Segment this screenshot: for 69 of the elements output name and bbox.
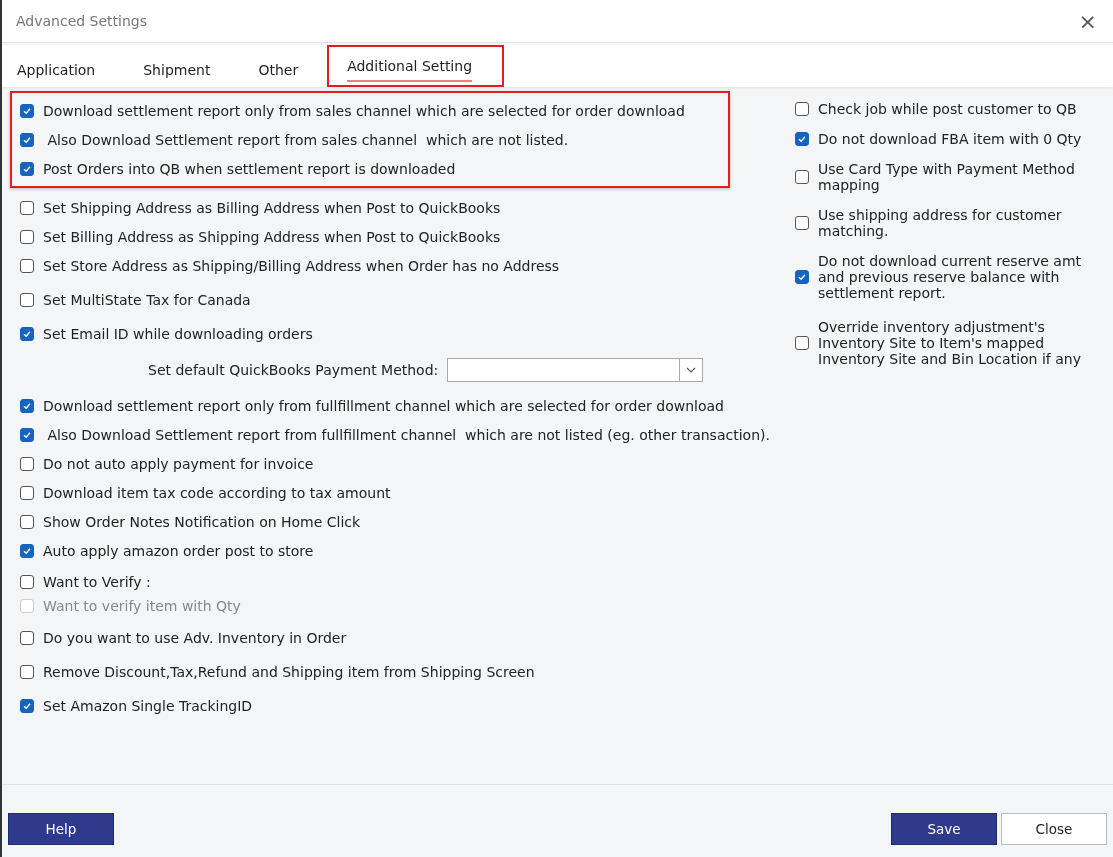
checkbox-label[interactable]: Want to Verify :	[43, 574, 151, 590]
checkmark-icon	[22, 429, 32, 440]
checkbox-label[interactable]: Also Download Settlement report from sales channel which are not listed.	[43, 131, 569, 148]
close-button[interactable]: ×	[1074, 8, 1101, 34]
checkbox[interactable]	[20, 258, 34, 273]
checkmark-icon	[22, 163, 32, 174]
checkmark-icon	[22, 134, 32, 145]
checkmark-icon	[22, 105, 32, 116]
checkbox-label[interactable]: Set Store Address as Shipping/Billing Address when Order has no Address	[43, 257, 560, 274]
checkbox[interactable]	[20, 543, 34, 558]
checkmark-icon	[797, 272, 807, 282]
caret-icon	[686, 366, 697, 373]
checkbox[interactable]	[20, 427, 34, 442]
help-button[interactable]: Help	[8, 813, 114, 845]
checkbox-label[interactable]: Remove Discount,Tax,Refund and Shipping item from Shipping Screen	[43, 663, 535, 680]
checkbox[interactable]	[20, 698, 34, 713]
checkbox[interactable]	[20, 575, 34, 589]
dialog-button[interactable]: Close	[1001, 813, 1107, 845]
checkbox[interactable]	[20, 630, 34, 645]
checkmark-icon	[22, 328, 32, 339]
checkbox-label[interactable]: Do you want to use Adv. Inventory in Order	[43, 629, 347, 646]
checkbox[interactable]	[20, 132, 34, 147]
checkbox-label[interactable]: Set MultiState Tax for Canada	[43, 291, 251, 308]
checkbox[interactable]	[20, 200, 34, 215]
checkbox[interactable]	[20, 292, 34, 307]
checkbox-label[interactable]: Use Card Type with Payment Method mapping	[818, 161, 1088, 193]
checkbox-label[interactable]: Download settlement report only from sales channel which are selected for order download	[43, 102, 685, 119]
checkbox[interactable]	[20, 103, 34, 118]
checkmark-icon	[22, 545, 32, 556]
checkmark-icon	[22, 700, 32, 711]
tab[interactable]: Application	[8, 45, 105, 87]
tab[interactable]: Shipment	[134, 45, 220, 87]
checkbox-label[interactable]: Also Download Settlement report from fullfillment channel which are not listed (eg. other transaction).	[43, 426, 770, 443]
checkbox-label[interactable]: Do not download current reserve amt and previous reserve balance with settlement report.	[818, 253, 1088, 301]
checkbox[interactable]	[795, 270, 809, 284]
checkbox[interactable]	[795, 336, 809, 350]
checkbox[interactable]	[20, 398, 34, 413]
checkbox-label[interactable]: Show Order Notes Notification on Home Click	[43, 513, 361, 530]
checkbox-label[interactable]: Do not download FBA item with 0 Qty	[818, 131, 1088, 147]
checkbox-label[interactable]: Download settlement report only from fullfillment channel which are selected for order download	[43, 397, 724, 414]
checkbox-label[interactable]: Set Billing Address as Shipping Address when Post to QuickBooks	[43, 228, 501, 245]
field-label: Set default QuickBooks Payment Method:	[148, 361, 439, 378]
checkbox-label[interactable]: Auto apply amazon order post to store	[43, 542, 314, 559]
tab[interactable]: Other	[249, 45, 308, 87]
checkbox[interactable]	[795, 170, 809, 184]
checkbox[interactable]	[795, 216, 809, 230]
checkbox[interactable]	[20, 485, 34, 500]
checkbox-label[interactable]: Use shipping address for customer matching.	[818, 207, 1088, 239]
checkbox[interactable]	[20, 161, 34, 176]
checkbox-label[interactable]: Set Shipping Address as Billing Address when Post to QuickBooks	[43, 199, 501, 216]
checkbox-label[interactable]: Set Amazon Single TrackingID	[43, 697, 253, 714]
window-title: Advanced Settings	[16, 13, 148, 29]
checkbox-label[interactable]: Do not auto apply payment for invoice	[43, 455, 314, 472]
checkbox[interactable]	[20, 456, 34, 471]
checkbox-label[interactable]: Check job while post customer to QB	[818, 101, 1088, 117]
checkbox-label[interactable]: Override inventory adjustment's Inventory Site to Item's mapped Inventory Site and Bin Location if any	[818, 319, 1088, 367]
checkbox-label[interactable]: Post Orders into QB when settlement report is downloaded	[43, 160, 456, 177]
checkmark-icon	[797, 134, 807, 144]
checkbox-label[interactable]: Set Email ID while downloading orders	[43, 325, 313, 342]
checkbox[interactable]	[20, 229, 34, 244]
checkbox-label[interactable]: Download item tax code according to tax amount	[43, 484, 391, 501]
dialog-button[interactable]: Save	[891, 813, 997, 845]
tab[interactable]: Additional Setting	[327, 45, 504, 87]
checkbox[interactable]	[20, 326, 34, 341]
checkbox[interactable]	[20, 664, 34, 679]
checkbox[interactable]	[20, 514, 34, 529]
checkmark-icon	[22, 400, 32, 411]
checkbox[interactable]	[795, 102, 809, 116]
checkbox[interactable]	[795, 132, 809, 146]
